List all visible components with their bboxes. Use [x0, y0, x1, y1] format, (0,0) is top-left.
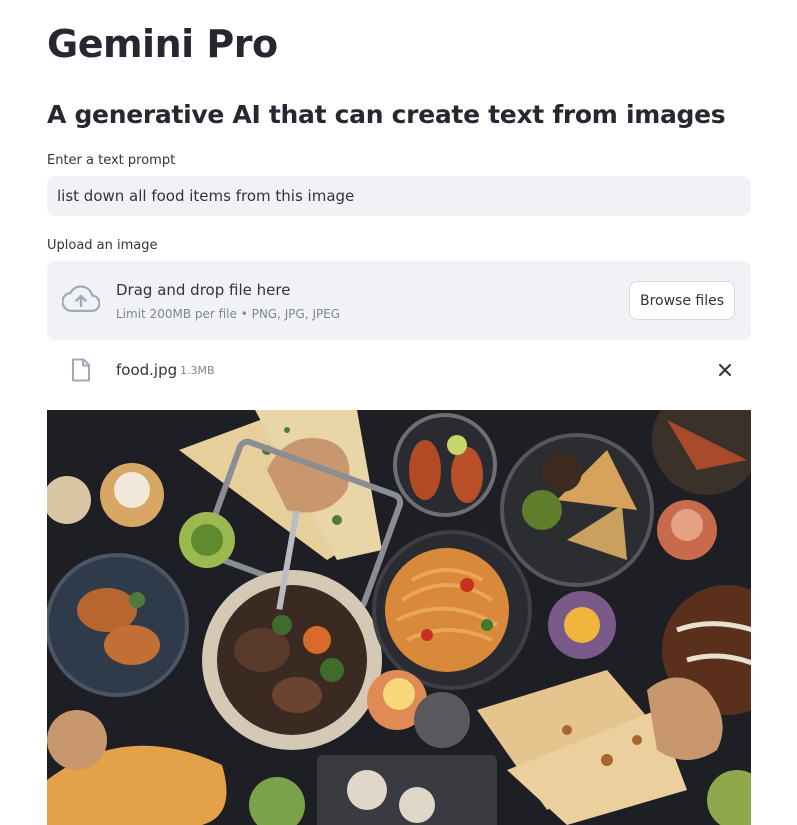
file-icon: [72, 358, 90, 382]
prompt-input-value: list down all food items from this image: [57, 187, 355, 205]
browse-files-button[interactable]: Browse files: [629, 281, 735, 320]
page-title: Gemini Pro: [47, 22, 278, 66]
file-dropzone[interactable]: Drag and drop file here Limit 200MB per …: [47, 261, 751, 340]
uploaded-file-row: food.jpg 1.3MB: [47, 352, 751, 390]
dropzone-instructions: Drag and drop file here: [116, 281, 291, 299]
prompt-input[interactable]: list down all food items from this image: [47, 176, 751, 216]
prompt-label: Enter a text prompt: [47, 153, 176, 168]
dropzone-limit: Limit 200MB per file • PNG, JPG, JPEG: [116, 307, 341, 321]
cloud-upload-icon: [62, 285, 100, 312]
upload-label: Upload an image: [47, 238, 158, 253]
close-icon[interactable]: [717, 362, 733, 378]
page-subtitle: A generative AI that can create text fro…: [47, 100, 726, 129]
food-photo: [47, 410, 751, 825]
file-size: 1.3MB: [180, 364, 215, 377]
uploaded-image-preview: [47, 410, 751, 825]
file-name: food.jpg: [116, 361, 178, 379]
